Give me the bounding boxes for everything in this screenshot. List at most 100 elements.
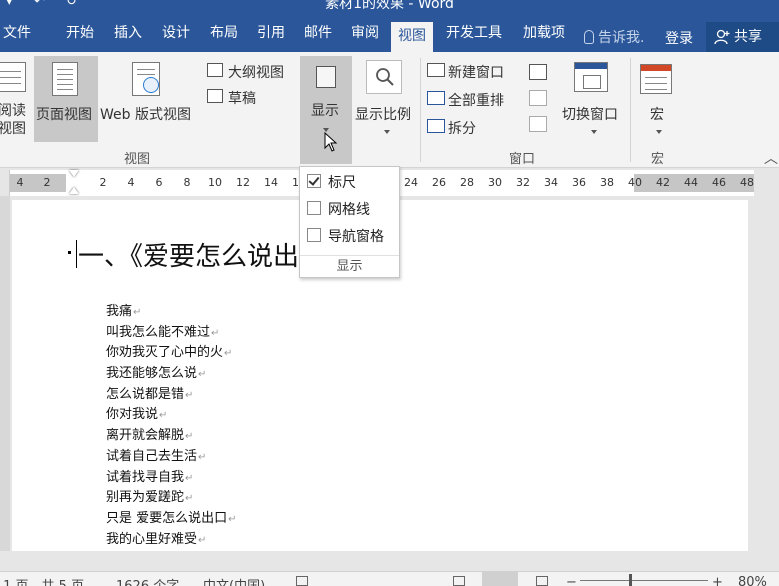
collapse-ribbon-icon[interactable]: ︿ <box>764 148 778 168</box>
zoom-level[interactable]: 80% <box>738 575 767 586</box>
macro-record-icon[interactable] <box>296 576 308 586</box>
lyric-line[interactable]: 试着找寻自我↵ <box>106 468 237 489</box>
ruler-tick-label: 8 <box>183 176 191 189</box>
zoom-in-icon[interactable]: + <box>712 575 723 586</box>
tab-home[interactable]: 开始 <box>58 18 102 52</box>
ruler-tick-label: 34 <box>544 176 558 189</box>
ruler-corner <box>0 170 10 196</box>
draft-icon <box>207 89 223 103</box>
view-side-by-side-icon[interactable] <box>529 64 547 80</box>
tab-references[interactable]: 引用 <box>249 18 293 52</box>
page-icon <box>52 62 78 96</box>
lyric-line[interactable]: 怎么说都是错↵ <box>106 385 237 406</box>
chevron-down-icon <box>656 130 662 134</box>
chevron-down-icon <box>591 130 597 134</box>
switch-windows-icon <box>574 62 608 92</box>
lyrics-block[interactable]: 我痛↵ 叫我怎么能不难过↵ 你劝我灭了心中的火↵ 我还能够怎么说↵ 怎么说都是错↵ 你对我… <box>106 302 237 550</box>
tab-layout[interactable]: 布局 <box>202 18 246 52</box>
ruler-tick-label: 40 <box>628 176 642 189</box>
lyric-line[interactable]: 试着自己去生活↵ <box>106 447 237 468</box>
lyric-line[interactable]: 我的心里好难受↵ <box>106 530 237 551</box>
tab-developer[interactable]: 开发工具 <box>438 18 510 52</box>
login-link[interactable]: 登录 <box>665 28 693 48</box>
window-group-label: 窗口 <box>509 152 536 167</box>
checkbox-icon[interactable] <box>307 228 321 242</box>
share-button[interactable]: 共享 <box>706 22 779 52</box>
navigation-pane-checkbox-item[interactable]: 导航窗格 <box>300 223 399 247</box>
lightbulb-icon <box>584 30 594 44</box>
lyric-line[interactable]: 离开就会解脱↵ <box>106 426 237 447</box>
print-layout-button[interactable]: 页面视图 <box>34 56 98 142</box>
ruler-tick-label: 32 <box>516 176 530 189</box>
ruler-checkbox-item[interactable]: 标尺 <box>300 169 399 193</box>
new-window-button[interactable]: 新建窗口 <box>426 60 518 82</box>
outline-icon <box>207 63 223 77</box>
checkbox-icon[interactable] <box>307 201 321 215</box>
first-line-indent-marker[interactable] <box>69 170 79 177</box>
lyric-line[interactable]: 你劝我灭了心中的火↵ <box>106 343 237 364</box>
lyric-line[interactable]: 你对我说↵ <box>106 405 237 426</box>
lyric-line[interactable]: 我还能够怎么说↵ <box>106 364 237 385</box>
zoom-slider[interactable] <box>580 580 708 581</box>
window-title: 素材1的效果 - Word <box>325 0 454 12</box>
lyric-line[interactable]: 别再为爱蹉跎↵ <box>106 488 237 509</box>
person-add-icon <box>714 29 730 45</box>
ruler-tick-label: 38 <box>600 176 614 189</box>
chevron-down-icon <box>384 130 390 134</box>
new-window-icon <box>427 63 445 77</box>
outline-button[interactable]: 大纲视图 <box>205 60 295 82</box>
macros-group-label: 宏 <box>651 152 665 167</box>
tab-insert[interactable]: 插入 <box>106 18 150 52</box>
paragraph-bullet-mark <box>68 251 71 254</box>
zoom-slider-thumb[interactable] <box>629 574 632 586</box>
lyric-line[interactable]: 只是 爱要怎么说出口↵ <box>106 509 237 530</box>
show-dropdown-menu: 标尺 网格线 导航窗格 显示 <box>299 166 400 278</box>
ribbon-tabs: 文件 开始 插入 设计 布局 引用 邮件 审阅 视图 开发工具 加载项 告诉我.… <box>0 12 779 52</box>
language-indicator[interactable]: 中文(中国) <box>203 575 265 586</box>
macros-button[interactable]: 宏 <box>634 56 682 142</box>
split-icon <box>427 119 445 133</box>
draft-button[interactable]: 草稿 <box>205 86 295 108</box>
tab-mailings[interactable]: 邮件 <box>296 18 340 52</box>
checkbox-checked-icon[interactable] <box>307 174 321 188</box>
tell-me-box[interactable]: 告诉我. <box>584 27 644 47</box>
ruler-tick-label: 2 <box>43 176 51 189</box>
web-layout-button[interactable]: Web 版式视图 <box>100 56 200 142</box>
zoom-button[interactable]: 显示比例 <box>354 56 418 142</box>
text-cursor <box>76 240 77 268</box>
views-group-label: 视图 <box>124 152 151 167</box>
macros-icon <box>640 64 672 94</box>
switch-windows-button[interactable]: 切换窗口 <box>558 56 628 142</box>
web-layout-icon[interactable] <box>536 576 548 586</box>
magnifier-icon <box>376 68 394 86</box>
tab-file[interactable]: 文件 <box>0 18 34 52</box>
read-mode-button[interactable]: 阅读视图 <box>0 52 32 146</box>
show-group-label: 显示 <box>300 255 399 277</box>
tab-view[interactable]: 视图 <box>391 22 433 52</box>
lyric-line[interactable]: 我痛↵ <box>106 302 237 323</box>
tab-design[interactable]: 设计 <box>154 18 198 52</box>
tab-addins[interactable]: 加载项 <box>514 18 574 52</box>
lyric-line[interactable]: 叫我怎么能不难过↵ <box>106 323 237 344</box>
zoom-out-icon[interactable]: − <box>566 575 577 586</box>
ruler-tick-label: 14 <box>264 176 278 189</box>
reset-position-icon[interactable] <box>529 116 547 132</box>
hanging-indent-marker[interactable] <box>69 187 79 194</box>
title-bar: ▾ ↶ ↻ 素材1的效果 - Word <box>0 0 779 12</box>
ruler-tick-label: 28 <box>460 176 474 189</box>
show-button[interactable]: 显示 <box>300 56 352 164</box>
page-count[interactable]: 第 1 页，共 5 页 <box>0 575 84 586</box>
book-icon <box>0 62 26 92</box>
print-layout-icon[interactable] <box>482 572 518 586</box>
tab-review[interactable]: 审阅 <box>343 18 387 52</box>
status-bar: 第 1 页，共 5 页 1626 个字 中文(中国) − + 80% <box>0 571 779 586</box>
sync-scroll-icon[interactable] <box>529 90 547 106</box>
ruler-tick-label: 4 <box>127 176 135 189</box>
split-button[interactable]: 拆分 <box>426 116 518 138</box>
ruler-tick-label: 44 <box>684 176 698 189</box>
arrange-all-button[interactable]: 全部重排 <box>426 88 518 110</box>
vertical-ruler[interactable] <box>0 196 10 551</box>
read-mode-icon[interactable] <box>453 576 465 586</box>
gridlines-checkbox-item[interactable]: 网格线 <box>300 196 399 220</box>
word-count[interactable]: 1626 个字 <box>116 575 179 586</box>
